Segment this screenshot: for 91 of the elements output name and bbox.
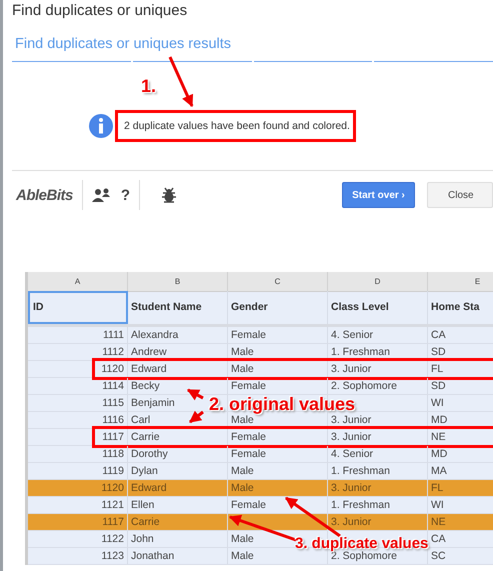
column-header[interactable]: B — [128, 272, 228, 292]
table-cell: FL — [431, 363, 444, 375]
table-cell: Female — [231, 380, 266, 392]
table-cell: MD — [431, 414, 448, 426]
table-cell: Male — [231, 414, 254, 426]
table-cell: Dylan — [131, 465, 158, 477]
table-cell: 1121 — [101, 499, 124, 511]
table-cell: 1117 — [102, 516, 124, 528]
table-cell: WI — [431, 499, 444, 511]
table-cell: NE — [431, 516, 446, 528]
table-cell: Dorothy — [131, 448, 168, 460]
panel-title: Find duplicates or uniques — [12, 1, 188, 19]
table-cell: Male — [231, 550, 254, 562]
table-cell: 1116 — [102, 414, 124, 426]
table-cell: 1. Freshman — [331, 346, 390, 358]
table-cell: 1120 — [101, 482, 124, 494]
table-cell: WI — [431, 397, 444, 409]
help-button[interactable]: ? — [120, 186, 130, 204]
table-cell: Benjamin — [131, 397, 175, 409]
table-cell: 3. Junior — [331, 516, 372, 528]
table-cell: CA — [431, 329, 446, 341]
table-cell: 3. Junior — [331, 482, 372, 494]
bug-icon[interactable] — [161, 187, 178, 203]
table-cell: Carrie — [131, 431, 160, 443]
table-cell: Ellen — [131, 499, 154, 511]
table-cell: 4. Senior — [331, 329, 374, 341]
table-cell: 2. Sophomore — [331, 550, 397, 562]
close-button[interactable]: Close — [427, 182, 493, 208]
table-cell: 1120 — [101, 363, 124, 375]
info-icon — [89, 114, 113, 138]
table-cell: CA — [431, 533, 446, 545]
table-cell: Carrie — [131, 516, 160, 528]
table-cell: Male — [231, 465, 254, 477]
callout-label: 1. — [141, 76, 156, 97]
table-cell: FL — [431, 482, 444, 494]
arrow — [186, 388, 204, 400]
header-cell: ID — [28, 291, 128, 324]
table-cell: Edward — [131, 482, 167, 494]
callout-label: 2. original values — [209, 394, 356, 415]
result-message: 2 duplicate values have been found and colored. — [115, 110, 356, 142]
arrow — [189, 410, 204, 424]
table-cell: 2. Sophomore — [331, 380, 397, 392]
table-cell: 1. Freshman — [331, 465, 390, 477]
table-cell: Male — [231, 346, 254, 358]
column-header[interactable]: C — [228, 272, 328, 292]
table-cell: SD — [431, 346, 446, 358]
table-cell: Jonathan — [131, 550, 174, 562]
table-cell: 1111 — [102, 329, 124, 341]
table-cell: 3. Junior — [331, 414, 372, 426]
table-cell: NE — [431, 431, 446, 443]
table-cell: Male — [231, 363, 254, 375]
column-header[interactable]: E — [428, 272, 493, 292]
table-cell: 1. Freshman — [331, 499, 390, 511]
table-cell: 1122 — [101, 533, 124, 545]
table-cell: MA — [431, 465, 447, 477]
logo: AbleBits — [16, 186, 73, 204]
table-cell: Female — [231, 431, 266, 443]
table-cell: 3. Junior — [331, 431, 372, 443]
header-cell: Student Name — [128, 291, 228, 324]
table-cell: MD — [431, 448, 448, 460]
table-cell: 3. Junior — [331, 363, 372, 375]
column-header[interactable]: A — [28, 272, 128, 292]
table-cell: Female — [231, 329, 266, 341]
table-cell: Edward — [131, 363, 167, 375]
table-cell: Male — [231, 533, 254, 545]
table-cell: 1115 — [102, 397, 124, 409]
table-cell: 4. Senior — [331, 448, 374, 460]
table-cell: Alexandra — [131, 329, 178, 341]
table-cell: Female — [231, 448, 266, 460]
table-cell: Male — [231, 482, 254, 494]
table-cell: Female — [231, 499, 266, 511]
users-icon[interactable] — [92, 188, 112, 202]
header-cell: Home Sta — [428, 291, 493, 324]
table-cell: 1119 — [102, 465, 124, 477]
table-cell: John — [131, 533, 154, 545]
table-cell: SD — [431, 380, 446, 392]
table-cell: 1123 — [101, 550, 124, 562]
table-cell: 1117 — [102, 431, 124, 443]
callout-label: 3. duplicate values — [295, 535, 428, 552]
table-cell: SC — [431, 550, 446, 562]
column-header[interactable]: D — [328, 272, 428, 292]
table-cell: 1118 — [102, 448, 124, 460]
table-cell: 1112 — [102, 346, 124, 358]
header-cell: Class Level — [328, 291, 428, 324]
arrow — [168, 56, 194, 108]
start-over-button[interactable]: Start over › — [342, 182, 415, 208]
table-cell: Carl — [131, 414, 150, 426]
table-cell: 1114 — [102, 380, 124, 392]
header-cell: Gender — [228, 291, 328, 324]
table-cell: Andrew — [131, 346, 167, 358]
table-cell: Becky — [131, 380, 160, 392]
